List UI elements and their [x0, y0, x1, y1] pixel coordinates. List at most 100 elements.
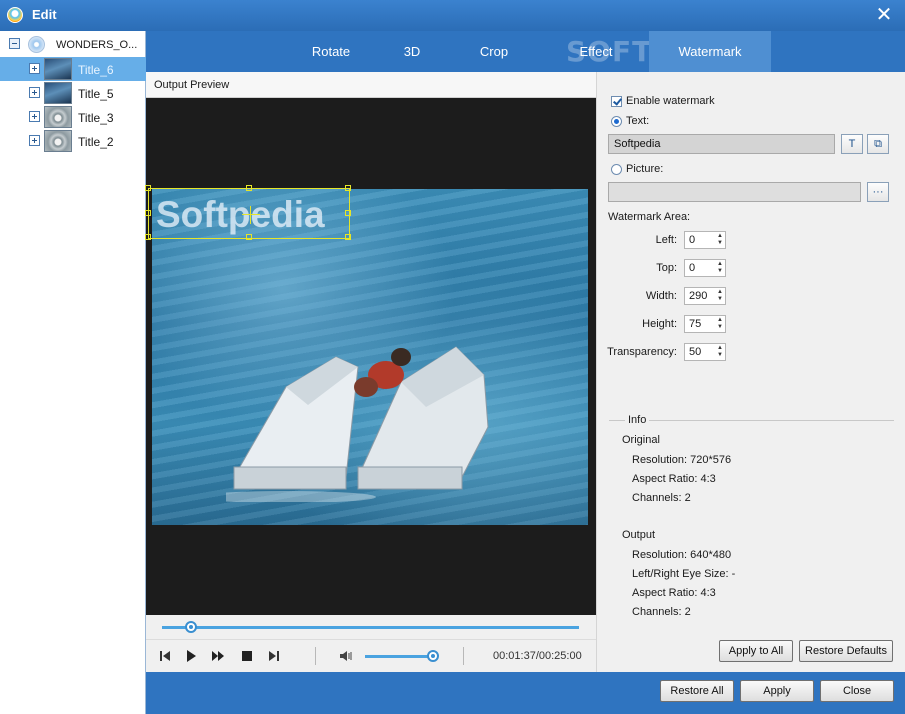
resize-handle[interactable]	[345, 234, 351, 240]
original-heading: Original	[622, 434, 660, 446]
text-radio[interactable]	[611, 116, 622, 127]
apply-to-all-button[interactable]: Apply to All	[719, 640, 793, 662]
preview-title: Output Preview	[154, 79, 230, 91]
seek-handle[interactable]	[185, 621, 198, 633]
title-tree: WONDERS_O... Title_6 Title_5 Title_3 Tit…	[0, 31, 146, 714]
spinner-arrows-icon[interactable]: ▲ ▼	[716, 317, 724, 331]
video-preview[interactable]: Softpedia	[145, 98, 596, 615]
previous-frame-icon[interactable]	[158, 649, 172, 663]
width-label: Width:	[645, 290, 677, 302]
collapse-icon[interactable]	[9, 38, 20, 49]
volume-icon[interactable]	[339, 649, 353, 663]
transparency-label: Transparency:	[607, 346, 677, 358]
title-thumbnail	[44, 130, 72, 152]
next-frame-icon[interactable]	[267, 649, 281, 663]
resize-handle[interactable]	[145, 210, 151, 216]
picture-option-label: Picture:	[626, 163, 664, 175]
title-thumbnail	[44, 82, 72, 104]
info-group-title: Info	[625, 414, 650, 426]
preview-header: Output Preview	[146, 72, 596, 98]
stop-icon[interactable]	[240, 649, 254, 663]
text-option-label: Text:	[626, 115, 650, 127]
preview-panel: Output Preview Softpedia 00:01:37/00:25:…	[145, 72, 596, 672]
watermark-settings: Enable watermark Text: T ⧉ Picture: ··· …	[596, 72, 905, 672]
spinner-arrows-icon[interactable]: ▲ ▼	[716, 233, 724, 247]
app-icon	[7, 7, 23, 23]
top-label: Top:	[656, 262, 677, 274]
tree-item-title-3[interactable]: Title_3	[0, 105, 146, 129]
height-spinner[interactable]: 75 ▲ ▼	[684, 315, 726, 333]
resize-handle[interactable]	[345, 185, 351, 191]
original-aspect-ratio: Aspect Ratio: 4:3	[632, 473, 716, 485]
left-label: Left:	[655, 234, 677, 246]
fast-forward-icon[interactable]	[211, 649, 225, 663]
tab-rotate[interactable]: Rotate	[296, 31, 366, 72]
font-icon[interactable]: T	[841, 134, 863, 154]
volume-handle[interactable]	[427, 650, 440, 662]
restore-all-button[interactable]: Restore All	[660, 680, 734, 702]
original-resolution: Resolution: 720*576	[632, 454, 732, 466]
tab-watermark[interactable]: Watermark	[649, 31, 771, 72]
spinner-arrows-icon[interactable]: ▲ ▼	[716, 261, 724, 275]
height-label: Height:	[642, 318, 677, 330]
play-icon[interactable]	[184, 649, 198, 663]
resize-handle[interactable]	[246, 185, 252, 191]
expand-icon[interactable]	[29, 111, 40, 122]
resize-handle[interactable]	[145, 185, 151, 191]
watermark-text-input[interactable]	[608, 134, 835, 154]
apply-button[interactable]: Apply	[740, 680, 814, 702]
close-button[interactable]: Close	[820, 680, 894, 702]
crosshair-icon	[250, 206, 251, 224]
tree-item-title-6[interactable]: Title_6	[0, 57, 146, 81]
tree-root-disc[interactable]: WONDERS_O...	[0, 33, 146, 55]
divider	[315, 647, 316, 665]
width-spinner[interactable]: 290 ▲ ▼	[684, 287, 726, 305]
title-bar: Edit ✕	[0, 0, 905, 31]
tab-3d[interactable]: 3D	[382, 31, 442, 72]
window-title: Edit	[32, 7, 57, 22]
output-resolution: Resolution: 640*480	[632, 549, 732, 561]
tree-item-label: Title_5	[78, 87, 114, 101]
restore-defaults-button[interactable]: Restore Defaults	[799, 640, 893, 662]
watermark-selection-box[interactable]	[145, 185, 351, 240]
watermark-area-label: Watermark Area:	[608, 211, 691, 223]
expand-icon[interactable]	[29, 135, 40, 146]
resize-handle[interactable]	[345, 210, 351, 216]
copy-icon[interactable]: ⧉	[867, 134, 889, 154]
spinner-arrows-icon[interactable]: ▲ ▼	[716, 289, 724, 303]
disc-label: WONDERS_O...	[56, 39, 138, 51]
tree-item-title-5[interactable]: Title_5	[0, 81, 146, 105]
tab-crop[interactable]: Crop	[459, 31, 529, 72]
close-window-icon[interactable]: ✕	[873, 4, 895, 26]
enable-watermark-checkbox[interactable]	[611, 96, 622, 107]
transparency-value: 50	[689, 346, 702, 358]
picture-path-input[interactable]	[608, 182, 861, 202]
picture-radio[interactable]	[611, 164, 622, 175]
expand-icon[interactable]	[29, 63, 40, 74]
resize-handle[interactable]	[145, 234, 151, 240]
timecode: 00:01:37/00:25:00	[493, 650, 582, 662]
top-value: 0	[689, 262, 696, 274]
width-value: 290	[689, 290, 708, 302]
browse-button[interactable]: ···	[867, 182, 889, 202]
dialog-footer: Restore All Apply Close	[146, 672, 905, 714]
output-aspect-ratio: Aspect Ratio: 4:3	[632, 587, 716, 599]
seek-bar[interactable]	[146, 615, 596, 639]
expand-icon[interactable]	[29, 87, 40, 98]
title-thumbnail	[44, 58, 72, 80]
edit-tabs: Rotate 3D Crop Effect SOFTPEDIA Watermar…	[146, 31, 905, 72]
crosshair-icon	[242, 214, 260, 215]
divider	[463, 647, 464, 665]
resize-handle[interactable]	[246, 234, 252, 240]
output-eye-size: Left/Right Eye Size: -	[632, 568, 736, 580]
output-channels: Channels: 2	[632, 606, 691, 618]
video-frame: Softpedia	[152, 189, 588, 525]
seek-track[interactable]	[162, 626, 579, 629]
left-spinner[interactable]: 0 ▲ ▼	[684, 231, 726, 249]
top-spinner[interactable]: 0 ▲ ▼	[684, 259, 726, 277]
volume-track[interactable]	[365, 655, 437, 658]
spinner-arrows-icon[interactable]: ▲ ▼	[716, 345, 724, 359]
transparency-spinner[interactable]: 50 ▲ ▼	[684, 343, 726, 361]
tree-item-title-2[interactable]: Title_2	[0, 129, 146, 153]
tree-item-label: Title_2	[78, 135, 114, 149]
